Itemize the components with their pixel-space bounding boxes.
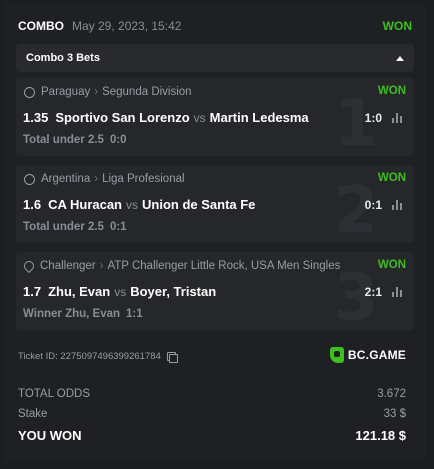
bet-league[interactable]: Argentina › Liga Profesional	[24, 172, 185, 186]
vs-separator: vs	[114, 284, 127, 299]
home-team: CA Huracan	[48, 197, 123, 212]
total-odds-row: TOTAL ODDS 3.672	[18, 384, 406, 404]
brand-logo: BC.GAME	[329, 347, 406, 363]
bet-status: WON	[373, 259, 406, 271]
bet-market-name: Total under 2.5	[23, 221, 104, 233]
bet-status: WON	[373, 172, 406, 184]
bet-score: 1:0	[364, 111, 382, 125]
bet-league-name: Segunda Division	[102, 86, 192, 98]
bet-match[interactable]: 1.7 Zhu, Evan vs Boyer, Tristan	[23, 284, 216, 299]
away-team: Union de Santa Fe	[142, 197, 256, 212]
away-team: Boyer, Tristan	[130, 284, 217, 299]
bet-market-name: Total under 2.5	[23, 134, 104, 146]
vs-separator: vs	[193, 110, 206, 125]
stats-icon[interactable]	[392, 287, 402, 297]
bet-totals: TOTAL ODDS 3.672 Stake 33 $ YOU WON 121.…	[18, 384, 406, 446]
bet-market: Total under 2.5 0:1	[23, 221, 127, 233]
stats-icon[interactable]	[392, 113, 402, 123]
soccer-ball-icon	[24, 173, 35, 185]
bet-sport: Argentina	[41, 173, 91, 185]
combo-bets-label: Combo 3 Bets	[26, 52, 100, 64]
stake-row: Stake 33 $	[18, 404, 406, 424]
chevron-right-icon: ›	[94, 86, 99, 98]
tennis-racket-icon	[21, 258, 37, 274]
bet-date: May 29, 2023, 15:42	[72, 19, 182, 33]
payout-label: YOU WON	[18, 427, 82, 443]
soccer-ball-icon	[24, 86, 35, 98]
bet-league-name: Liga Profesional	[102, 173, 185, 185]
payout-value: 121.18 $	[355, 427, 406, 443]
ticket-id-label: Ticket ID: 2275097496399261784	[18, 351, 161, 362]
bet-market-result: 0:1	[109, 221, 127, 233]
bet-sport: Challenger	[40, 260, 96, 272]
bet-league[interactable]: Paraguay › Segunda Division	[24, 85, 192, 99]
stake-value: 33 $	[383, 408, 406, 420]
bet-market: Total under 2.5 0:0	[23, 134, 127, 146]
stake-label: Stake	[18, 408, 48, 420]
home-team: Sportivo San Lorenzo	[55, 110, 190, 125]
total-odds-value: 3.672	[377, 388, 406, 400]
vs-separator: vs	[126, 197, 139, 212]
bet-market-result: 0:0	[109, 134, 127, 146]
stats-icon[interactable]	[392, 200, 402, 210]
bet-odds: 1.35	[23, 110, 49, 125]
brand-name: BC.GAME	[347, 348, 406, 362]
combo-bets-toggle[interactable]: Combo 3 Bets	[16, 44, 414, 72]
bet-odds: 1.6	[23, 197, 42, 212]
bet-status-badge: WON	[382, 19, 412, 33]
bet-status: WON	[373, 85, 406, 97]
bet-item: 1 Paraguay › Segunda Division WON 1.35 S…	[16, 78, 414, 156]
bet-ticket-card: COMBO May 29, 2023, 15:42 WON Combo 3 Be…	[4, 2, 426, 462]
chevron-up-icon[interactable]	[396, 55, 404, 61]
bet-league[interactable]: Challenger › ATP Challenger Little Rock,…	[21, 258, 341, 274]
bet-item: 2 Argentina › Liga Profesional WON 1.6 C…	[16, 165, 414, 243]
bet-odds: 1.7	[23, 284, 42, 299]
chevron-right-icon: ›	[99, 260, 104, 272]
bet-score: 0:1	[364, 198, 382, 212]
bet-score: 2:1	[364, 285, 382, 299]
away-team: Martin Ledesma	[209, 110, 309, 125]
bet-type: COMBO	[18, 19, 64, 33]
bet-market-name: Winner Zhu, Evan	[23, 308, 121, 320]
ticket-id: Ticket ID: 2275097496399261784	[18, 351, 178, 363]
copy-icon[interactable]	[166, 352, 178, 363]
bet-item: 3 Challenger › ATP Challenger Little Roc…	[16, 252, 414, 330]
bet-league-name: ATP Challenger Little Rock, USA Men Sing…	[107, 260, 341, 272]
bet-match[interactable]: 1.6 CA Huracan vs Union de Santa Fe	[23, 197, 255, 212]
total-odds-label: TOTAL ODDS	[18, 388, 90, 400]
bc-game-logo-icon	[329, 347, 344, 363]
chevron-right-icon: ›	[94, 173, 99, 185]
payout-row: YOU WON 121.18 $	[18, 424, 406, 446]
home-team: Zhu, Evan	[48, 284, 111, 299]
ticket-header: COMBO May 29, 2023, 15:42 WON	[18, 16, 412, 36]
bet-sport: Paraguay	[41, 86, 91, 98]
bet-match[interactable]: 1.35 Sportivo San Lorenzo vs Martin Lede…	[23, 110, 309, 125]
bet-market-result: 1:1	[126, 308, 143, 320]
bet-market: Winner Zhu, Evan 1:1	[23, 308, 143, 320]
